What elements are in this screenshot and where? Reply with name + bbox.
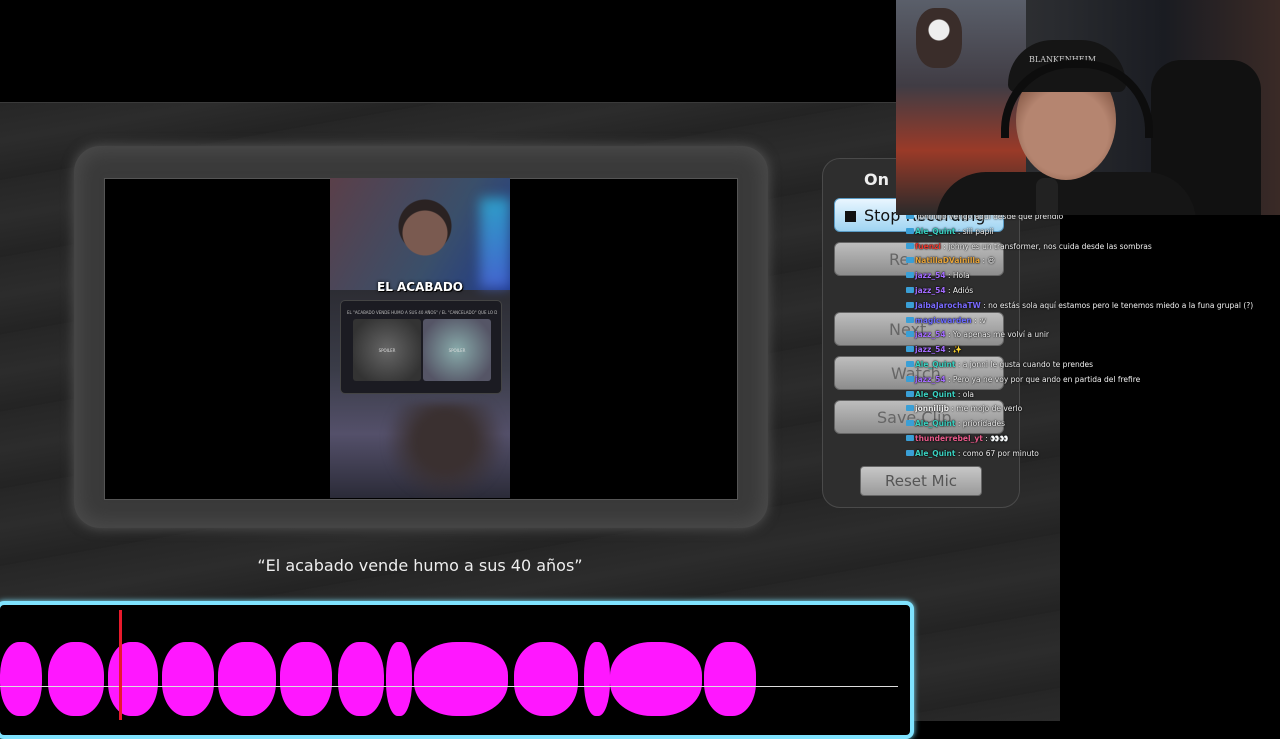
chat-text: : a jonni le gusta cuando te prendes bbox=[955, 359, 1094, 369]
chat-username[interactable]: JaibaJarochaTW bbox=[915, 301, 981, 310]
chat-message: NatillaDVainilla : 😃 bbox=[906, 254, 1266, 269]
chat-text: : siii papii bbox=[955, 226, 994, 236]
video-caption: EL ACABADO bbox=[377, 280, 463, 294]
chat-text: : ola bbox=[955, 389, 975, 399]
chat-badge-icon bbox=[906, 272, 914, 279]
video-blurred-area bbox=[355, 403, 505, 498]
chat-message: Ale_Quint : prioridades bbox=[906, 417, 1266, 432]
chat-message: Ale_Quint : siii papii bbox=[906, 225, 1266, 240]
chat-message: jazz_54 : Hola bbox=[906, 269, 1266, 284]
chat-message: jazz_54 : Pero ya ne voy por que ando en… bbox=[906, 373, 1266, 388]
waveform-segment bbox=[514, 642, 578, 716]
chat-badge-icon bbox=[906, 331, 914, 338]
chat-username[interactable]: jazz_54 bbox=[915, 286, 946, 295]
chat-text: : me mojo de verlo bbox=[949, 404, 1023, 414]
chat-username[interactable]: Ale_Quint bbox=[915, 419, 955, 428]
tweet-text: EL "ACABADO VENDE HUMO A SUS 40 AÑOS" / … bbox=[347, 310, 497, 315]
chat-text: : ✨ bbox=[945, 345, 963, 355]
webcam-bear-figure bbox=[916, 8, 962, 68]
chat-badge-icon bbox=[906, 375, 914, 382]
chat-username[interactable]: Ale_Quint bbox=[915, 360, 955, 369]
video-light-glow bbox=[480, 198, 510, 288]
chat-text: : :v bbox=[971, 315, 987, 325]
webcam-feed: BLANKENHEIM bbox=[896, 0, 1280, 215]
chat-message: fuenzi : johny es un transformer, nos cu… bbox=[906, 240, 1266, 255]
chat-message: Ale_Quint : ola bbox=[906, 388, 1266, 403]
chat-badge-icon bbox=[906, 360, 914, 367]
chat-badge-icon bbox=[906, 301, 914, 308]
chat-message: magicwarden : :v bbox=[906, 314, 1266, 329]
chat-username[interactable]: Ale_Quint bbox=[915, 390, 955, 399]
chat-message: jazz_54 : Adiós bbox=[906, 284, 1266, 299]
waveform-segment bbox=[0, 642, 42, 716]
panel-title: On bbox=[864, 170, 889, 189]
waveform-segment bbox=[280, 642, 332, 716]
stop-icon bbox=[845, 211, 856, 222]
chat-username[interactable]: jonnilijb bbox=[915, 404, 949, 413]
chat-message: Ale_Quint : como 67 por minuto bbox=[906, 447, 1266, 462]
chat-username[interactable]: thunderrebel_yt bbox=[915, 434, 983, 443]
chat-badge-icon bbox=[906, 227, 914, 234]
chat-badge-icon bbox=[906, 420, 914, 427]
chat-text: : como 67 por minuto bbox=[955, 448, 1039, 458]
waveform-segment bbox=[48, 642, 104, 716]
chat-username[interactable]: fuenzi bbox=[915, 242, 941, 251]
chat-text: : no estás sola aquí estamos pero le ten… bbox=[980, 300, 1254, 310]
waveform-segment bbox=[386, 642, 412, 716]
chat-badge-icon bbox=[906, 257, 914, 264]
chat-message: jazz_54 : ✨ bbox=[906, 343, 1266, 358]
chat-username[interactable]: jazz_54 bbox=[915, 345, 946, 354]
chat-text: : 😃 bbox=[980, 256, 996, 266]
chat-message: Ale_Quint : a jonni le gusta cuando te p… bbox=[906, 358, 1266, 373]
chat-username[interactable]: jazz_54 bbox=[915, 330, 946, 339]
chat-badge-icon bbox=[906, 434, 914, 441]
chat-username[interactable]: Ale_Quint bbox=[915, 227, 955, 236]
chat-badge-icon bbox=[906, 316, 914, 323]
chat-message: jonnilijb : me mojo de verlo bbox=[906, 402, 1266, 417]
waveform-segment bbox=[704, 642, 756, 716]
waveform-segment bbox=[162, 642, 214, 716]
chat-message: jazz_54 : Yo apenas me volví a unir bbox=[906, 328, 1266, 343]
waveform-segment bbox=[218, 642, 276, 716]
waveform-baseline bbox=[0, 686, 898, 687]
chat-username[interactable]: Ale_Quint bbox=[915, 449, 955, 458]
chat-text: : Hola bbox=[945, 271, 970, 281]
chat-badge-icon bbox=[906, 286, 914, 293]
chat-overlay: jonnilijb vengo aquí desde que prendio Al… bbox=[906, 210, 1266, 462]
chat-badge-icon bbox=[906, 449, 914, 456]
waveform-segment bbox=[338, 642, 384, 716]
chat-username[interactable]: jazz_54 bbox=[915, 271, 946, 280]
chat-text: : 👀👀 bbox=[982, 433, 1009, 443]
chat-badge-icon bbox=[906, 390, 914, 397]
reset-mic-button[interactable]: Reset Mic bbox=[860, 466, 982, 496]
chat-username[interactable]: jazz_54 bbox=[915, 375, 946, 384]
chat-badge-icon bbox=[906, 242, 914, 249]
waveform-segment bbox=[108, 642, 158, 716]
chat-badge-icon bbox=[906, 346, 914, 353]
chat-text: : prioridades bbox=[955, 419, 1006, 429]
subtitle-text: “El acabado vende humo a sus 40 años” bbox=[257, 556, 583, 575]
chat-message: JaibaJarochaTW : no estás sola aquí esta… bbox=[906, 299, 1266, 314]
chat-username[interactable]: NatillaDVainilla bbox=[915, 256, 980, 265]
playhead-marker[interactable] bbox=[119, 610, 122, 720]
chat-message: thunderrebel_yt : 👀👀 bbox=[906, 432, 1266, 447]
chat-text: : Adiós bbox=[945, 285, 974, 295]
waveform-segment bbox=[610, 642, 702, 716]
chat-text: : Pero ya ne voy por que ando en partida… bbox=[945, 374, 1141, 384]
waveform-segment bbox=[584, 642, 610, 716]
spoiler-image-2: SPOILER bbox=[423, 319, 491, 381]
waveform-segment bbox=[414, 642, 508, 716]
tweet-card: EL "ACABADO VENDE HUMO A SUS 40 AÑOS" / … bbox=[340, 300, 502, 394]
chat-text: : johny es un transformer, nos cuida des… bbox=[940, 241, 1152, 251]
spoiler-image-1: SPOILER bbox=[353, 319, 421, 381]
video-player[interactable]: EL ACABADO EL "ACABADO VENDE HUMO A SUS … bbox=[330, 178, 510, 498]
chat-text: : Yo apenas me volví a unir bbox=[945, 330, 1050, 340]
chat-username[interactable]: magicwarden bbox=[915, 316, 972, 325]
chat-badge-icon bbox=[906, 405, 914, 412]
webcam-microphone bbox=[1036, 178, 1058, 215]
